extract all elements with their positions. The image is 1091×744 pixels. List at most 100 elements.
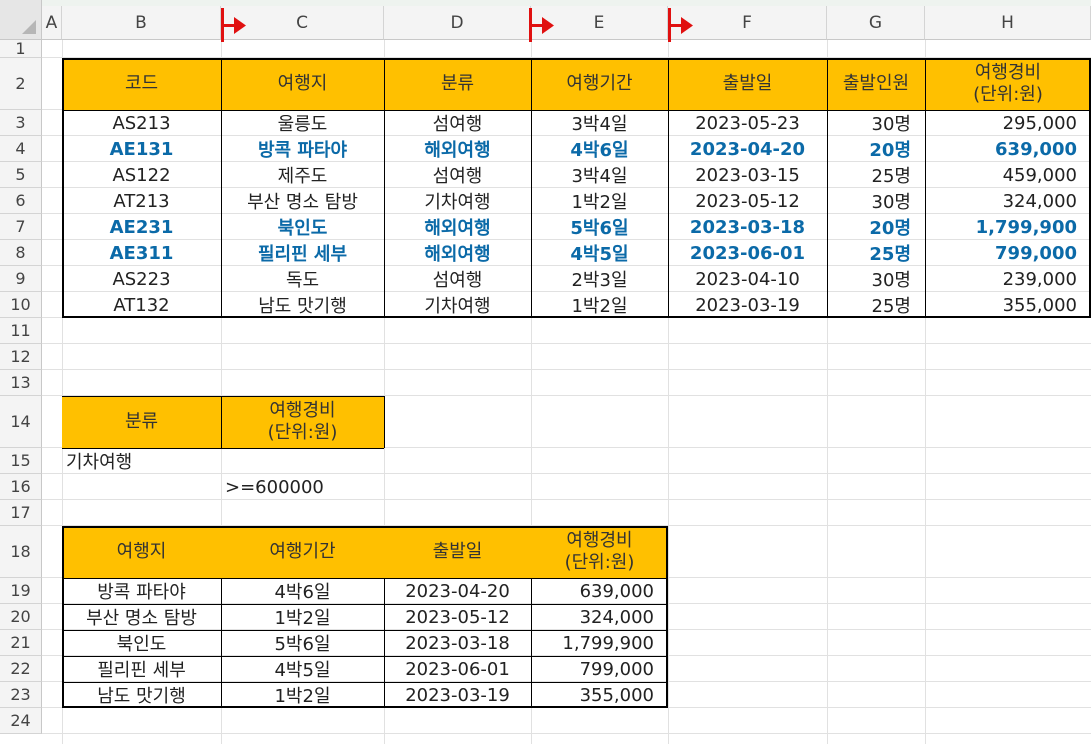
cell-destination[interactable]: 울릉도 (221, 110, 384, 136)
cell-departure-date[interactable]: 2023-03-18 (668, 214, 827, 240)
result-cell-cost[interactable]: 639,000 (531, 578, 668, 604)
cell-departure-date[interactable]: 2023-03-19 (668, 292, 827, 318)
result-header-cost[interactable]: 여행경비 (단위:원) (531, 526, 668, 578)
cell-cost[interactable]: 799,000 (925, 240, 1091, 266)
cell-category[interactable]: 해외여행 (384, 240, 531, 266)
header-departure-date[interactable]: 출발일 (668, 58, 827, 110)
result-cell-cost[interactable]: 799,000 (531, 656, 668, 682)
row-header-21[interactable]: 21 (0, 630, 42, 656)
cell-destination[interactable]: 필리핀 세부 (221, 240, 384, 266)
filter-marker-icon[interactable] (529, 8, 559, 42)
select-all-corner[interactable] (0, 0, 42, 40)
cell-people[interactable]: 30명 (827, 188, 925, 214)
cell-people[interactable]: 25명 (827, 292, 925, 318)
row-header-10[interactable]: 10 (0, 292, 42, 318)
row-header-3[interactable]: 3 (0, 110, 42, 136)
cell-period[interactable]: 3박4일 (531, 110, 668, 136)
row-header-9[interactable]: 9 (0, 266, 42, 292)
row-header-18[interactable]: 18 (0, 526, 42, 578)
cell-code[interactable]: AS122 (62, 162, 221, 188)
cell-category[interactable]: 기차여행 (384, 188, 531, 214)
cell-cost[interactable]: 639,000 (925, 136, 1091, 162)
cell-period[interactable]: 4박6일 (531, 136, 668, 162)
cell-code[interactable]: AT132 (62, 292, 221, 318)
cell-departure-date[interactable]: 2023-05-12 (668, 188, 827, 214)
cell-category[interactable]: 섬여행 (384, 266, 531, 292)
criteria-cost-value[interactable]: >=600000 (221, 474, 384, 500)
result-cell-destination[interactable]: 방콕 파타야 (62, 578, 221, 604)
row-header-6[interactable]: 6 (0, 188, 42, 214)
result-cell-departure-date[interactable]: 2023-05-12 (384, 604, 531, 630)
row-header-19[interactable]: 19 (0, 578, 42, 604)
cell-code[interactable]: AS213 (62, 110, 221, 136)
result-cell-destination[interactable]: 남도 맛기행 (62, 682, 221, 708)
result-cell-period[interactable]: 1박2일 (221, 604, 384, 630)
cell-cost[interactable]: 295,000 (925, 110, 1091, 136)
header-code[interactable]: 코드 (62, 58, 221, 110)
spreadsheet-grid[interactable]: A B C D E F G H 1 2 3 4 5 6 7 8 9 10 11 12 13 14 15 16 17 18 19 20 2… (0, 0, 1091, 744)
criteria-header-cost[interactable]: 여행경비 (단위:원) (221, 396, 384, 448)
cell-category[interactable]: 해외여행 (384, 136, 531, 162)
row-header-14[interactable]: 14 (0, 396, 42, 448)
row-header-20[interactable]: 20 (0, 604, 42, 630)
cell-period[interactable]: 4박5일 (531, 240, 668, 266)
cell-destination[interactable]: 제주도 (221, 162, 384, 188)
cell-destination[interactable]: 북인도 (221, 214, 384, 240)
header-people[interactable]: 출발인원 (827, 58, 925, 110)
cell-period[interactable]: 3박4일 (531, 162, 668, 188)
filter-marker-icon[interactable] (668, 8, 698, 42)
criteria-header-category[interactable]: 분류 (62, 396, 221, 448)
result-cell-departure-date[interactable]: 2023-03-19 (384, 682, 531, 708)
result-header-period[interactable]: 여행기간 (221, 526, 384, 578)
header-category[interactable]: 분류 (384, 58, 531, 110)
row-header-11[interactable]: 11 (0, 318, 42, 344)
column-header-h[interactable]: H (925, 6, 1091, 40)
cell-cost[interactable]: 355,000 (925, 292, 1091, 318)
cell-departure-date[interactable]: 2023-05-23 (668, 110, 827, 136)
cell-cost[interactable]: 239,000 (925, 266, 1091, 292)
cell-code[interactable]: AE131 (62, 136, 221, 162)
result-cell-departure-date[interactable]: 2023-04-20 (384, 578, 531, 604)
cell-people[interactable]: 25명 (827, 162, 925, 188)
cell-category[interactable]: 해외여행 (384, 214, 531, 240)
cell-category[interactable]: 섬여행 (384, 110, 531, 136)
criteria-category-value[interactable]: 기차여행 (62, 448, 221, 474)
row-header-4[interactable]: 4 (0, 136, 42, 162)
cell-people[interactable]: 20명 (827, 214, 925, 240)
row-header-22[interactable]: 22 (0, 656, 42, 682)
result-cell-period[interactable]: 5박6일 (221, 630, 384, 656)
cell-code[interactable]: AE231 (62, 214, 221, 240)
column-header-a[interactable]: A (42, 6, 62, 40)
cell-cost[interactable]: 1,799,900 (925, 214, 1091, 240)
result-cell-destination[interactable]: 부산 명소 탐방 (62, 604, 221, 630)
cell-departure-date[interactable]: 2023-04-20 (668, 136, 827, 162)
row-header-1[interactable]: 1 (0, 39, 42, 58)
result-header-destination[interactable]: 여행지 (62, 526, 221, 578)
result-cell-cost[interactable]: 355,000 (531, 682, 668, 708)
row-header-24[interactable]: 24 (0, 708, 42, 734)
cell-people[interactable]: 25명 (827, 240, 925, 266)
result-cell-cost[interactable]: 324,000 (531, 604, 668, 630)
cell-period[interactable]: 1박2일 (531, 188, 668, 214)
cell-destination[interactable]: 방콕 파타야 (221, 136, 384, 162)
result-cell-destination[interactable]: 필리핀 세부 (62, 656, 221, 682)
row-header-15[interactable]: 15 (0, 448, 42, 474)
cell-destination[interactable]: 남도 맛기행 (221, 292, 384, 318)
header-cost[interactable]: 여행경비 (단위:원) (925, 58, 1091, 110)
result-cell-departure-date[interactable]: 2023-06-01 (384, 656, 531, 682)
result-cell-cost[interactable]: 1,799,900 (531, 630, 668, 656)
result-cell-period[interactable]: 1박2일 (221, 682, 384, 708)
row-header-23[interactable]: 23 (0, 682, 42, 708)
row-header-7[interactable]: 7 (0, 214, 42, 240)
cell-category[interactable]: 섬여행 (384, 162, 531, 188)
row-header-5[interactable]: 5 (0, 162, 42, 188)
result-header-departure-date[interactable]: 출발일 (384, 526, 531, 578)
result-cell-destination[interactable]: 북인도 (62, 630, 221, 656)
cell-departure-date[interactable]: 2023-04-10 (668, 266, 827, 292)
header-period[interactable]: 여행기간 (531, 58, 668, 110)
row-header-16[interactable]: 16 (0, 474, 42, 500)
row-header-12[interactable]: 12 (0, 344, 42, 370)
cell-destination[interactable]: 독도 (221, 266, 384, 292)
cell-people[interactable]: 20명 (827, 136, 925, 162)
result-cell-period[interactable]: 4박6일 (221, 578, 384, 604)
